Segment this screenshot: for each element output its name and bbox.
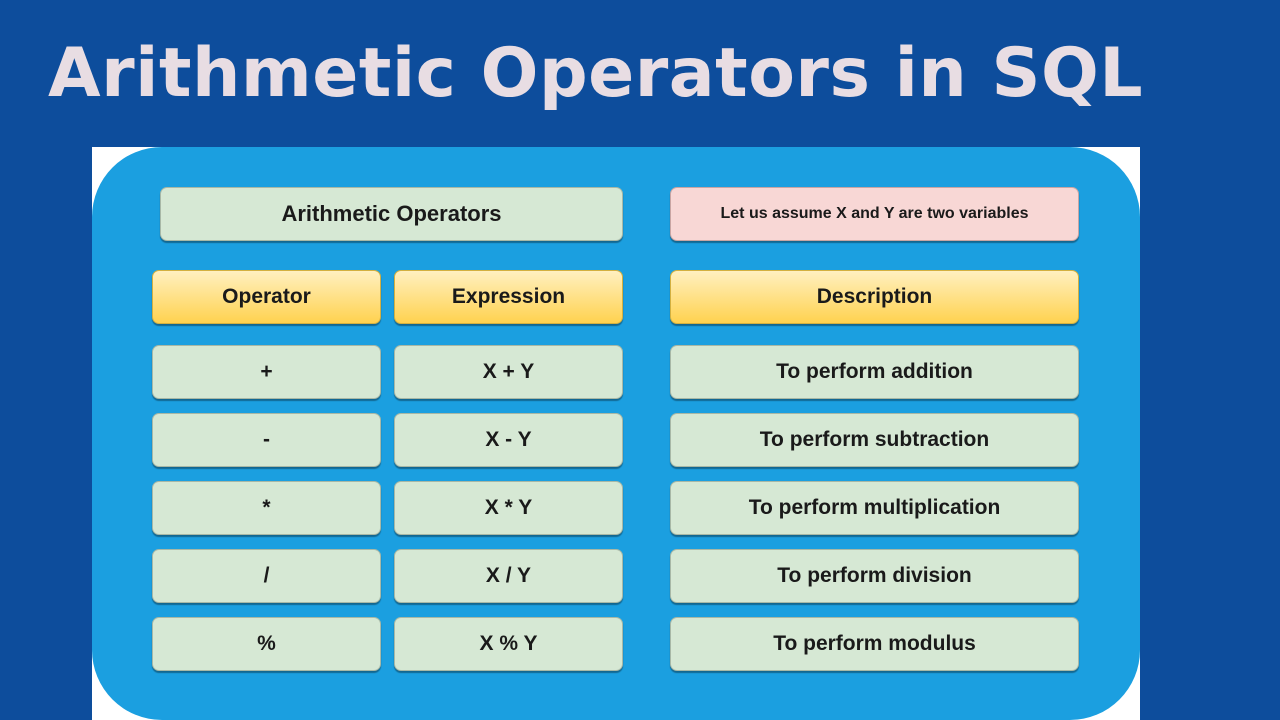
diagram-heading: Arithmetic Operators bbox=[160, 187, 623, 241]
page-title: Arithmetic Operators in SQL bbox=[48, 34, 1144, 113]
operator-cell: * bbox=[152, 481, 381, 535]
header-description: Description bbox=[670, 270, 1079, 324]
operator-cell: / bbox=[152, 549, 381, 603]
expression-cell: X - Y bbox=[394, 413, 623, 467]
expression-cell: X + Y bbox=[394, 345, 623, 399]
header-operator: Operator bbox=[152, 270, 381, 324]
expression-cell: X % Y bbox=[394, 617, 623, 671]
operator-cell: % bbox=[152, 617, 381, 671]
expression-cell: X * Y bbox=[394, 481, 623, 535]
description-cell: To perform modulus bbox=[670, 617, 1079, 671]
assumption-note: Let us assume X and Y are two variables bbox=[670, 187, 1079, 241]
description-cell: To perform multiplication bbox=[670, 481, 1079, 535]
header-expression: Expression bbox=[394, 270, 623, 324]
diagram-panel: Arithmetic Operators Let us assume X and… bbox=[92, 147, 1140, 720]
diagram-image: Arithmetic Operators Let us assume X and… bbox=[92, 147, 1140, 720]
operator-cell: + bbox=[152, 345, 381, 399]
description-cell: To perform division bbox=[670, 549, 1079, 603]
expression-cell: X / Y bbox=[394, 549, 623, 603]
description-cell: To perform subtraction bbox=[670, 413, 1079, 467]
description-cell: To perform addition bbox=[670, 345, 1079, 399]
operator-cell: - bbox=[152, 413, 381, 467]
